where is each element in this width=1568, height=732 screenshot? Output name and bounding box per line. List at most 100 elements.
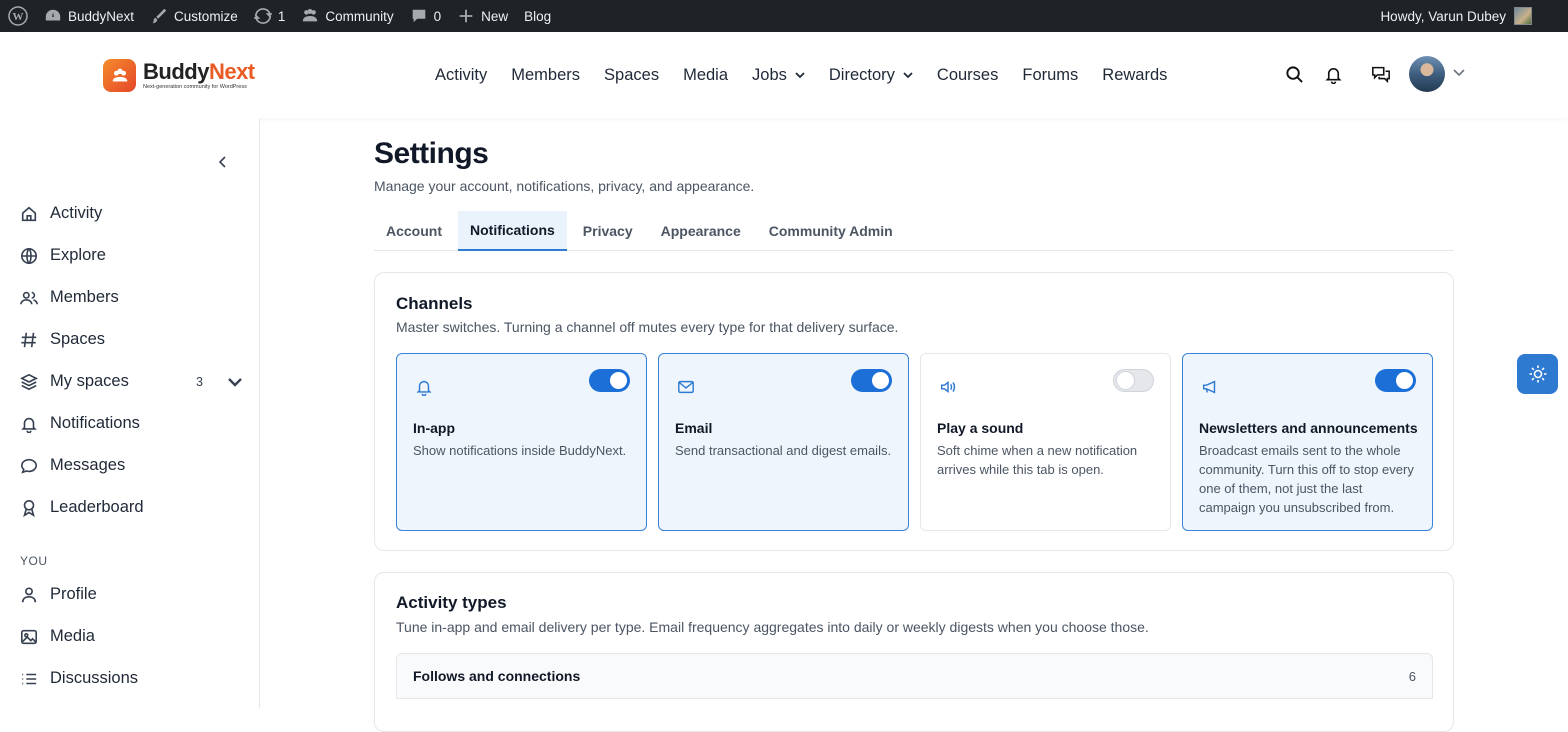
nav-spaces[interactable]: Spaces <box>604 66 659 85</box>
activity-types-card: Activity types Tune in-app and email del… <box>374 572 1454 732</box>
chevron-down-icon[interactable] <box>226 373 244 391</box>
channel-description: Send transactional and digest emails. <box>675 443 892 458</box>
channel-description: Show notifications inside BuddyNext. <box>413 443 627 458</box>
adminbar-new-link[interactable]: New <box>449 0 516 32</box>
new-label: New <box>481 8 509 24</box>
sidebar-item-my-spaces[interactable]: My spaces 3 <box>20 372 242 391</box>
newsletters-toggle[interactable] <box>1375 369 1416 392</box>
sidebar-item-spaces[interactable]: Spaces <box>20 330 242 349</box>
settings-tabs: Account Notifications Privacy Appearance… <box>374 211 1454 251</box>
sidebar-item-label: Media <box>50 627 95 645</box>
logo-name: BuddyNext <box>143 58 255 84</box>
sidebar-item-label: Notifications <box>50 414 140 432</box>
group-row-follows[interactable]: Follows and connections 6 <box>396 653 1433 699</box>
avatar[interactable] <box>1409 56 1445 92</box>
logo-tagline: Next-generation community for WordPress <box>143 83 247 90</box>
sidebar-item-explore[interactable]: Explore <box>20 246 242 265</box>
megaphone-icon <box>1202 380 1216 394</box>
bell-icon <box>416 380 432 396</box>
in-app-toggle[interactable] <box>589 369 630 392</box>
dashboard-icon <box>45 9 61 21</box>
sidebar-item-label: Spaces <box>50 330 106 348</box>
channel-title: Email <box>675 420 713 436</box>
sidebar-item-discussions[interactable]: Discussions <box>20 669 242 688</box>
sidebar-item-label: Leaderboard <box>50 498 144 516</box>
nav-media[interactable]: Media <box>683 66 728 85</box>
channel-in-app[interactable]: In-app Show notifications inside BuddyNe… <box>396 353 647 531</box>
sidebar-item-profile[interactable]: Profile <box>20 585 242 604</box>
nav-courses[interactable]: Courses <box>937 66 998 85</box>
sidebar-item-media[interactable]: Media <box>20 627 242 646</box>
channels-subtitle: Master switches. Turning a channel off m… <box>396 319 899 335</box>
sidebar-item-activity[interactable]: Activity <box>20 204 242 223</box>
sidebar-item-label: Explore <box>50 246 106 264</box>
bell-icon <box>21 417 37 433</box>
tab-privacy[interactable]: Privacy <box>571 211 645 251</box>
adminbar-comments-link[interactable]: 0 <box>402 0 450 32</box>
tab-appearance[interactable]: Appearance <box>649 211 753 251</box>
main-nav: Activity Members Spaces Media Jobs Direc… <box>435 32 1191 118</box>
comments-count: 0 <box>433 8 442 24</box>
list-icon <box>22 673 37 684</box>
logo-mark-icon <box>103 59 136 92</box>
nav-activity[interactable]: Activity <box>435 66 487 85</box>
tab-community-admin[interactable]: Community Admin <box>757 211 905 251</box>
email-toggle[interactable] <box>851 369 892 392</box>
sidebar: Activity Explore Members Spaces My space… <box>0 118 260 708</box>
site-logo[interactable]: BuddyNext Next-generation community for … <box>103 59 255 92</box>
nav-jobs[interactable]: Jobs <box>752 66 805 85</box>
adminbar-updates-link[interactable]: 1 <box>246 0 294 32</box>
nav-forums[interactable]: Forums <box>1022 66 1078 85</box>
image-icon <box>20 629 38 644</box>
award-icon <box>23 499 35 517</box>
adminbar-community-link[interactable]: Community <box>293 0 401 32</box>
collapse-sidebar-icon[interactable] <box>214 153 232 171</box>
admin-bar: W BuddyNext Customize 1 Community 0 New … <box>0 0 1568 32</box>
channels-card: Channels Master switches. Turning a chan… <box>374 272 1454 551</box>
chat-icon <box>20 458 38 474</box>
search-icon[interactable] <box>1284 64 1304 84</box>
layers-icon <box>20 373 38 390</box>
sidebar-item-label: Profile <box>50 585 97 603</box>
chevron-down-icon[interactable] <box>1453 66 1465 78</box>
updates-icon <box>253 8 272 24</box>
svg-text:W: W <box>13 11 24 23</box>
sound-toggle[interactable] <box>1113 369 1154 392</box>
sidebar-item-members[interactable]: Members <box>20 288 242 307</box>
bell-icon[interactable] <box>1323 64 1343 84</box>
adminbar-account[interactable]: Howdy, Varun Dubey <box>1380 0 1532 32</box>
sidebar-item-messages[interactable]: Messages <box>20 456 242 475</box>
wordpress-logo-icon[interactable]: W <box>0 0 36 32</box>
theme-toggle-button[interactable] <box>1517 354 1558 394</box>
channels-title: Channels <box>396 294 473 313</box>
updates-count: 1 <box>277 8 286 24</box>
sidebar-item-leaderboard[interactable]: Leaderboard <box>20 498 242 517</box>
blog-label: Blog <box>524 8 552 24</box>
channel-email[interactable]: Email Send transactional and digest emai… <box>658 353 909 531</box>
nav-rewards[interactable]: Rewards <box>1102 66 1167 85</box>
chevron-down-icon <box>795 72 805 79</box>
messages-icon[interactable] <box>1371 64 1391 84</box>
adminbar-blog-link[interactable]: Blog <box>516 0 559 32</box>
channel-play-sound[interactable]: Play a sound Soft chime when a new notif… <box>920 353 1171 531</box>
tab-account[interactable]: Account <box>374 211 454 251</box>
tab-notifications[interactable]: Notifications <box>458 211 567 251</box>
sidebar-item-label: Messages <box>50 456 126 474</box>
mail-icon <box>678 380 694 394</box>
activity-types-title: Activity types <box>396 593 507 612</box>
customize-label: Customize <box>174 8 238 24</box>
chevron-down-icon <box>903 72 913 79</box>
speaker-icon <box>940 381 956 393</box>
nav-directory[interactable]: Directory <box>829 66 913 85</box>
nav-members[interactable]: Members <box>511 66 580 85</box>
user-icon <box>21 586 37 602</box>
adminbar-site-link[interactable]: BuddyNext <box>36 0 142 32</box>
sidebar-item-notifications[interactable]: Notifications <box>20 414 242 433</box>
adminbar-customize-link[interactable]: Customize <box>142 0 246 32</box>
channel-newsletters[interactable]: Newsletters and announcements Broadcast … <box>1182 353 1433 531</box>
brush-icon <box>152 8 167 24</box>
page-subtitle: Manage your account, notifications, priv… <box>374 178 755 194</box>
adminbar-avatar <box>1514 7 1532 25</box>
count-badge: 3 <box>196 374 203 389</box>
howdy-text: Howdy, Varun Dubey <box>1380 8 1506 24</box>
